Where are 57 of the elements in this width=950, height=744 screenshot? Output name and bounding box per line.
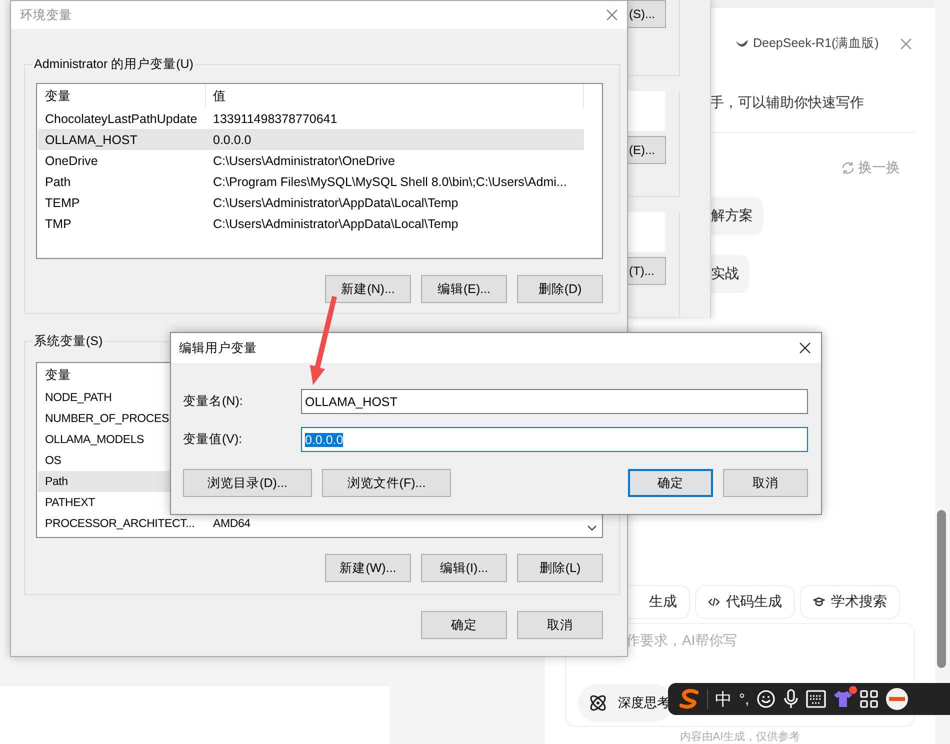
punctuation-mode[interactable]: °, bbox=[739, 690, 750, 708]
deep-think-toggle[interactable]: 深度思考 bbox=[578, 684, 673, 722]
intro-text: 手，可以辅助你快速写作 bbox=[710, 94, 864, 112]
shirt-icon[interactable] bbox=[833, 690, 854, 708]
list-row[interactable]: TEMP C:\Users\Administrator\AppData\Local\Temp bbox=[38, 192, 584, 213]
column-header[interactable]: 变量 bbox=[38, 84, 206, 108]
refresh-icon bbox=[841, 161, 855, 175]
disclaimer-text: 内容由AI生成，仅供参考 bbox=[678, 730, 802, 744]
list-box bbox=[628, 91, 665, 131]
tool-chip[interactable]: 学术搜索 bbox=[800, 585, 900, 619]
dialog-button[interactable]: (S)... bbox=[628, 0, 666, 28]
dialog-button[interactable]: 新建(W)... bbox=[325, 554, 411, 582]
list-row[interactable]: ChocolateyLastPathUpdate 133911498378770641 bbox=[38, 108, 584, 129]
list-row[interactable]: TMP C:\Users\Administrator\AppData\Local\Temp bbox=[38, 213, 584, 234]
list-row[interactable]: OLLAMA_HOST 0.0.0.0 bbox=[38, 129, 584, 150]
list-row[interactable]: Path C:\Program Files\MySQL\MySQL Shell 8.0\bin\;C:\Users\Admi... bbox=[38, 171, 584, 192]
dialog-button[interactable]: (T)... bbox=[628, 257, 666, 285]
code-icon bbox=[708, 597, 720, 607]
window-title: 环境变量 bbox=[20, 6, 72, 24]
atom-icon bbox=[588, 693, 608, 713]
input-field[interactable]: OLLAMA_HOST bbox=[301, 389, 808, 414]
tool-chip[interactable]: 代码生成 bbox=[695, 585, 795, 619]
dialog-button[interactable]: (E)... bbox=[628, 136, 666, 164]
window-title: 编辑用户变量 bbox=[179, 340, 257, 356]
list-box bbox=[628, 212, 665, 252]
grid-icon[interactable] bbox=[860, 690, 878, 708]
dialog-button[interactable]: 删除(L) bbox=[517, 554, 603, 582]
dialog-button[interactable]: 取消 bbox=[517, 611, 603, 639]
field-label: 变量名(N): bbox=[183, 393, 244, 410]
dialog-button[interactable]: 确定 bbox=[421, 611, 507, 639]
scrollbar-thumb[interactable] bbox=[937, 510, 946, 668]
list-row[interactable]: PROCESSOR_ARCHITECT... AMD64 bbox=[38, 513, 584, 534]
group-label: 系统变量(S) bbox=[33, 333, 104, 350]
dialog-button[interactable]: 取消 bbox=[723, 469, 808, 497]
group-label: Administrator 的用户变量(U) bbox=[33, 56, 194, 73]
microphone-icon[interactable] bbox=[783, 689, 800, 709]
chevron-down-icon[interactable] bbox=[587, 525, 597, 531]
dialog-button[interactable]: 确定 bbox=[628, 469, 713, 497]
emoji-icon[interactable] bbox=[756, 689, 776, 709]
sogou-logo-icon[interactable] bbox=[678, 689, 700, 709]
suggestion-chip[interactable]: 解方案 bbox=[711, 197, 763, 235]
dialog-button[interactable]: 删除(D) bbox=[517, 275, 603, 303]
dialog-button[interactable]: 浏览目录(D)... bbox=[183, 469, 312, 497]
language-mode[interactable]: 中 bbox=[715, 688, 732, 710]
input-field[interactable]: 0.0.0.0 bbox=[301, 427, 808, 452]
dialog-button[interactable]: 新建(N)... bbox=[325, 275, 411, 303]
field-label: 变量值(V): bbox=[183, 431, 244, 448]
dialog-button[interactable]: 编辑(E)... bbox=[421, 275, 507, 303]
model-selector[interactable]: DeepSeek-R1(满血版) bbox=[735, 35, 879, 52]
column-header[interactable]: 值 bbox=[206, 84, 584, 108]
dialog-button[interactable]: 浏览文件(F)... bbox=[322, 469, 451, 497]
keyboard-icon[interactable] bbox=[806, 690, 826, 708]
close-icon[interactable] bbox=[799, 342, 811, 354]
graduation-cap-icon bbox=[813, 596, 825, 608]
suggestion-chip[interactable]: 实战 bbox=[711, 255, 749, 293]
list-row[interactable]: OneDrive C:\Users\Administrator\OneDrive bbox=[38, 150, 584, 171]
dialog-button[interactable]: 编辑(I)... bbox=[421, 554, 507, 582]
